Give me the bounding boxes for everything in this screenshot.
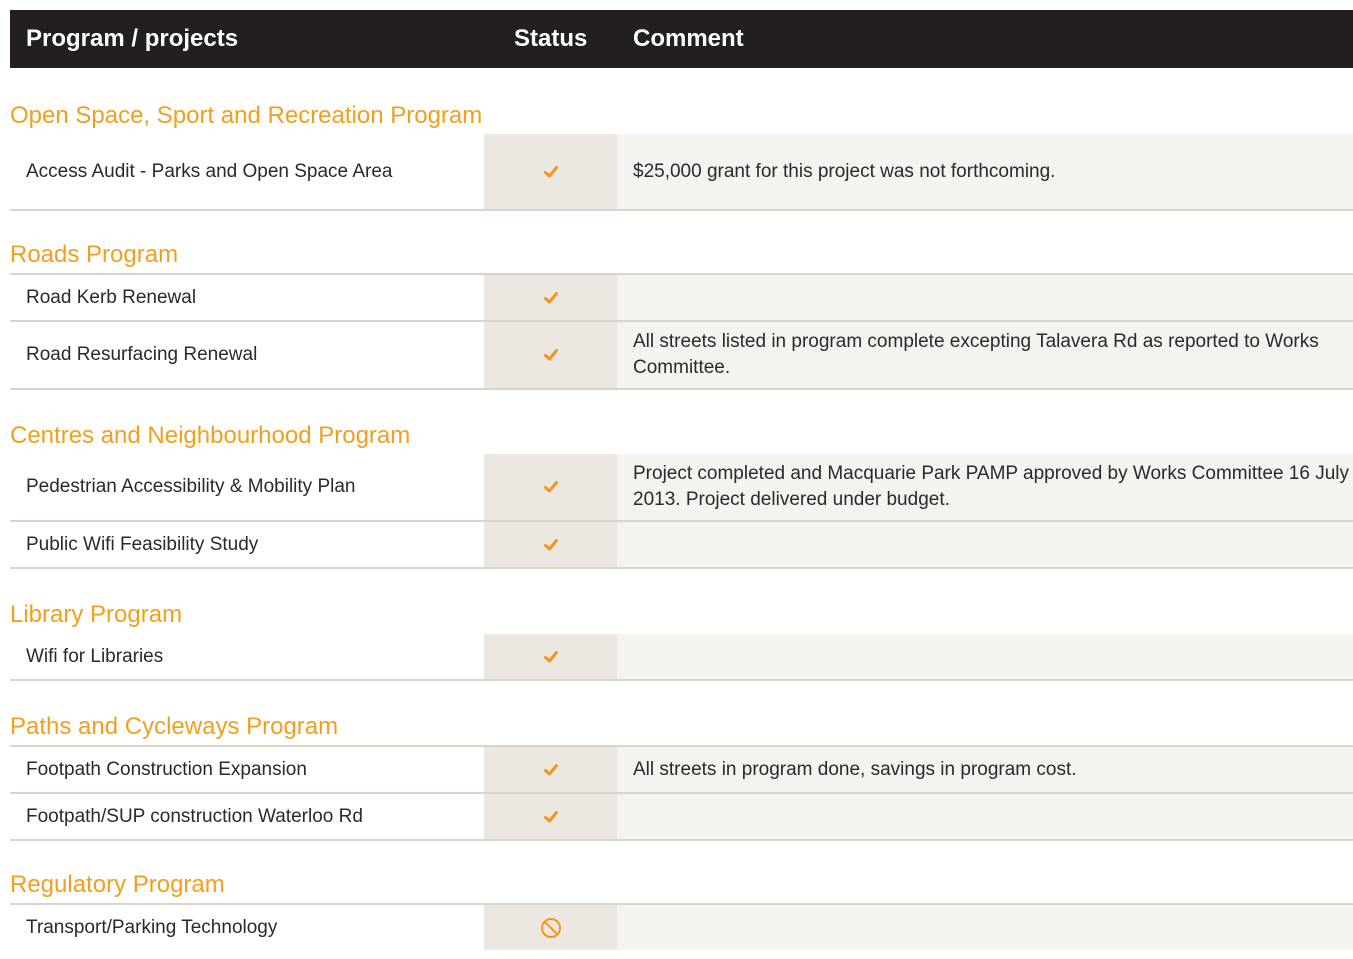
program-section: Wifi for Libraries: [10, 634, 1353, 681]
project-comment: [617, 794, 1353, 839]
program-title: Open Space, Sport and Recreation Program: [10, 102, 483, 129]
program-title: Roads Program: [10, 241, 179, 268]
program-section: Access Audit - Parks and Open Space Area…: [10, 134, 1353, 211]
program-section: Transport/Parking Technology: [10, 903, 1353, 950]
check-icon: [543, 763, 558, 775]
check-icon: [543, 650, 558, 662]
table-header: Program / projects Status Comment: [10, 10, 1353, 68]
project-name: Wifi for Libraries: [10, 634, 484, 679]
project-comment: [617, 275, 1353, 320]
project-comment: All streets in program done, savings in …: [617, 747, 1353, 792]
project-comment: [617, 634, 1353, 679]
project-name: Access Audit - Parks and Open Space Area: [10, 134, 484, 209]
comment-column-header: Comment: [633, 25, 744, 52]
table-row: Access Audit - Parks and Open Space Area…: [10, 134, 1353, 209]
check-icon: [543, 291, 558, 303]
project-comment: [617, 905, 1353, 950]
project-status-table: Program / projects Status Comment Open S…: [10, 10, 1353, 950]
project-name: Public Wifi Feasibility Study: [10, 522, 484, 567]
table-row: Road Resurfacing Renewal All streets lis…: [10, 320, 1353, 388]
status-cell: [484, 522, 617, 567]
status-cell: [484, 454, 617, 520]
status-cell: [484, 747, 617, 792]
table-row: Footpath Construction Expansion All stre…: [10, 747, 1353, 792]
program-title: Library Program: [10, 601, 183, 628]
program-section: Footpath Construction Expansion All stre…: [10, 745, 1353, 841]
project-name: Footpath Construction Expansion: [10, 747, 484, 792]
check-icon: [543, 349, 558, 361]
program-section: Pedestrian Accessibility & Mobility Plan…: [10, 454, 1353, 569]
program-section: Road Kerb Renewal Road Resurfacing Renew…: [10, 273, 1353, 390]
check-icon: [543, 538, 558, 550]
status-cell: [484, 322, 617, 388]
status-cell: [484, 794, 617, 839]
table-row: Wifi for Libraries: [10, 634, 1353, 679]
project-comment: All streets listed in program complete e…: [617, 322, 1353, 388]
project-name: Footpath/SUP construction Waterloo Rd: [10, 794, 484, 839]
project-name: Pedestrian Accessibility & Mobility Plan: [10, 454, 484, 520]
table-row: Pedestrian Accessibility & Mobility Plan…: [10, 454, 1353, 520]
status-cell: [484, 275, 617, 320]
project-name: Transport/Parking Technology: [10, 905, 484, 950]
program-title: Centres and Neighbourhood Program: [10, 422, 411, 449]
status-cell: [484, 134, 617, 209]
table-row: Road Kerb Renewal: [10, 275, 1353, 320]
status-cell: [484, 634, 617, 679]
table-row: Public Wifi Feasibility Study: [10, 520, 1353, 567]
check-icon: [543, 481, 558, 493]
project-comment: $25,000 grant for this project was not f…: [617, 134, 1353, 209]
project-name: Road Kerb Renewal: [10, 275, 484, 320]
table-row: Transport/Parking Technology: [10, 905, 1353, 950]
status-column-header: Status: [514, 25, 588, 52]
status-cell: [484, 905, 617, 950]
project-comment: [617, 522, 1353, 567]
table-row: Footpath/SUP construction Waterloo Rd: [10, 792, 1353, 839]
project-name: Road Resurfacing Renewal: [10, 322, 484, 388]
project-comment: Project completed and Macquarie Park PAM…: [617, 454, 1353, 520]
program-column-header: Program / projects: [26, 25, 239, 52]
check-icon: [543, 810, 558, 822]
program-title: Regulatory Program: [10, 871, 225, 898]
check-icon: [543, 165, 558, 177]
program-title: Paths and Cycleways Program: [10, 713, 339, 740]
prohibited-icon: [540, 917, 561, 938]
